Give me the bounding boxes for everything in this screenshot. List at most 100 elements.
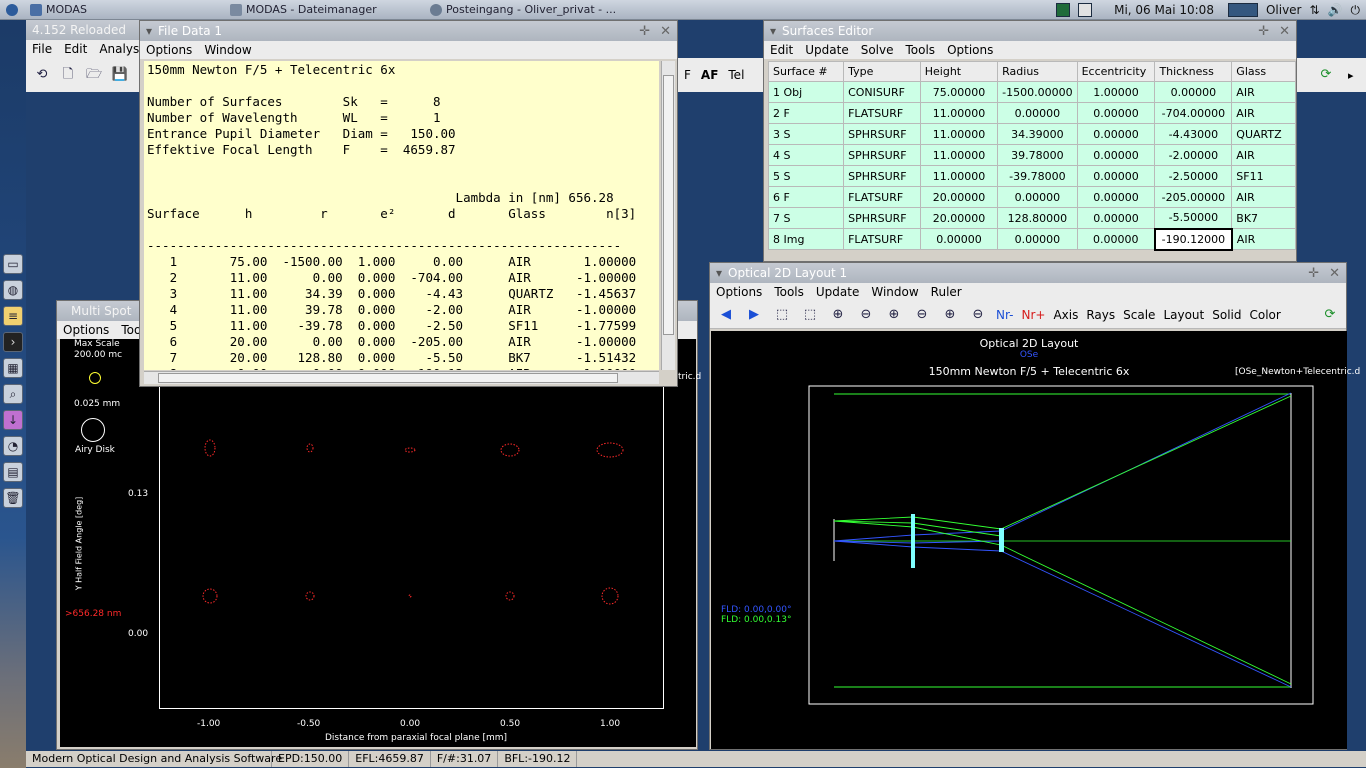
refresh-icon[interactable]: ⟳ (1316, 65, 1336, 85)
menu-edit[interactable]: Edit (58, 42, 93, 56)
zoom-out-y-icon[interactable]: ⊖ (968, 305, 988, 325)
optical-layout-titlebar[interactable]: ▾ Optical 2D Layout 1 ✛ ✕ (710, 263, 1346, 283)
table-cell[interactable]: AIR (1231, 144, 1296, 166)
col-thickness[interactable]: Thickness (1154, 61, 1233, 82)
file-data-text[interactable]: 150mm Newton F/5 + Telecentric 6x Number … (144, 61, 659, 370)
table-cell[interactable]: FLATSURF (843, 102, 921, 124)
monitor-icon[interactable]: ▭ (3, 254, 23, 274)
table-cell[interactable]: SPHRSURF (843, 144, 921, 166)
maximize-icon[interactable]: ✛ (1308, 266, 1319, 281)
clock[interactable]: Mi, 06 Mai 10:08 (1114, 3, 1214, 17)
menu-options[interactable]: Options (57, 323, 115, 337)
table-cell[interactable]: 0.00000 (997, 102, 1078, 124)
table-cell[interactable]: 11.00000 (919, 144, 999, 166)
table-cell[interactable]: QUARTZ (1231, 123, 1296, 145)
trash-icon[interactable]: 🗑 (3, 488, 23, 508)
menu-update[interactable]: Update (799, 43, 854, 57)
toolbar-af-button[interactable]: AF (701, 68, 718, 82)
taskbar-app-filemanager[interactable]: MODAS - Dateimanager (224, 0, 424, 20)
table-cell[interactable]: FLATSURF (843, 228, 921, 250)
table-cell[interactable]: 20.00000 (919, 207, 999, 229)
table-cell[interactable]: BK7 (1231, 207, 1296, 229)
network-icon[interactable] (1056, 3, 1071, 17)
zoom-out-x-icon[interactable]: ⊖ (912, 305, 932, 325)
terminal-icon[interactable]: › (3, 332, 23, 352)
windows-icon[interactable]: ▦ (3, 358, 23, 378)
chevron-down-icon[interactable]: ▾ (716, 266, 722, 280)
zoom-out-icon[interactable]: ⊖ (856, 305, 876, 325)
table-cell[interactable]: -5.50000 (1154, 207, 1233, 229)
browser-icon[interactable]: ◍ (3, 280, 23, 300)
table-cell[interactable]: 0.00000 (1076, 228, 1156, 250)
table-cell[interactable]: 5 S (767, 165, 845, 187)
menu-tools[interactable]: Tools (768, 285, 810, 299)
table-cell[interactable]: -704.00000 (1154, 102, 1233, 124)
table-cell[interactable]: 8 Img (767, 228, 845, 250)
table-cell[interactable]: 0.00000 (997, 186, 1078, 208)
table-cell[interactable]: -39.78000 (997, 165, 1078, 187)
col-height[interactable]: Height (919, 61, 999, 82)
table-cell[interactable]: SPHRSURF (843, 123, 921, 145)
table-cell[interactable]: 11.00000 (919, 165, 999, 187)
table-cell[interactable]: 7 S (767, 207, 845, 229)
maximize-icon[interactable]: ✛ (1258, 24, 1269, 39)
col-glass[interactable]: Glass (1231, 61, 1296, 82)
table-cell[interactable]: -190.12000 (1153, 227, 1233, 251)
user-name[interactable]: Oliver (1266, 3, 1302, 17)
layout-button[interactable]: Layout (1163, 308, 1204, 322)
table-cell[interactable]: 11.00000 (919, 102, 999, 124)
table-cell[interactable]: 11.00000 (919, 123, 999, 145)
arrow-right-icon[interactable]: ▶ (744, 305, 764, 325)
table-cell[interactable]: -205.00000 (1154, 186, 1233, 208)
table-cell[interactable]: 6 F (767, 186, 845, 208)
menu-options[interactable]: Options (140, 43, 198, 57)
zoom-in-icon[interactable]: ⊕ (828, 305, 848, 325)
table-cell[interactable]: -1500.00000 (997, 81, 1078, 103)
main-window-titlebar[interactable]: 4.152 Reloaded (26, 20, 146, 40)
col-surface[interactable]: Surface # (767, 61, 845, 82)
table-cell[interactable]: 75.00000 (919, 81, 999, 103)
table-cell[interactable]: FLATSURF (843, 186, 921, 208)
table-cell[interactable]: AIR (1231, 186, 1296, 208)
refresh-icon[interactable]: ⟳ (1320, 305, 1340, 325)
file-data-titlebar[interactable]: ▾ File Data 1 ✛ ✕ (140, 21, 677, 41)
table-cell[interactable]: CONISURF (843, 81, 921, 103)
files-icon[interactable]: ▤ (3, 462, 23, 482)
maximize-icon[interactable]: ✛ (639, 24, 650, 39)
table-cell[interactable]: 1.00000 (1076, 81, 1156, 103)
nr-minus-button[interactable]: Nr- (996, 308, 1013, 322)
menu-window[interactable]: Window (198, 43, 257, 57)
taskbar-app-mail[interactable]: Posteingang - Oliver_privat - ... (424, 0, 634, 20)
volume-icon[interactable]: 🔊 (1328, 3, 1343, 17)
col-eccentricity[interactable]: Eccentricity (1076, 61, 1156, 82)
table-cell[interactable]: 34.39000 (997, 123, 1078, 145)
table-cell[interactable]: SPHRSURF (843, 207, 921, 229)
menu-file[interactable]: File (26, 42, 58, 56)
chevron-right-icon[interactable]: ▸ (1348, 69, 1354, 82)
table-cell[interactable]: 0.00000 (1154, 81, 1233, 103)
taskbar-app-modas[interactable]: MODAS (24, 0, 224, 20)
close-icon[interactable]: ✕ (1279, 24, 1290, 39)
download-icon[interactable]: ↓ (3, 410, 23, 430)
battery-icon[interactable] (1078, 3, 1093, 17)
menu-window[interactable]: Window (865, 285, 924, 299)
arrow-left-icon[interactable]: ◀ (716, 305, 736, 325)
solid-button[interactable]: Solid (1212, 308, 1241, 322)
menu-ruler[interactable]: Ruler (925, 285, 968, 299)
gimp-icon[interactable]: ◔ (3, 436, 23, 456)
new-file-icon[interactable]: 🗋 (58, 65, 78, 85)
table-cell[interactable]: -2.00000 (1154, 144, 1233, 166)
select-area-2-icon[interactable]: ⬚ (800, 305, 820, 325)
save-icon[interactable]: 💾 (110, 65, 130, 85)
menu-solve[interactable]: Solve (855, 43, 900, 57)
table-cell[interactable]: 128.80000 (997, 207, 1078, 229)
table-cell[interactable]: SPHRSURF (843, 165, 921, 187)
scrollbar-thumb[interactable] (158, 373, 618, 383)
close-icon[interactable]: ✕ (660, 24, 671, 39)
table-cell[interactable]: 0.00000 (1076, 123, 1156, 145)
table-cell[interactable]: 1 Obj (767, 81, 845, 103)
table-cell[interactable]: -2.50000 (1154, 165, 1233, 187)
chevron-down-icon[interactable]: ▾ (770, 24, 776, 38)
power-icon[interactable]: ⏻ (1351, 3, 1361, 18)
rays-button[interactable]: Rays (1086, 308, 1115, 322)
